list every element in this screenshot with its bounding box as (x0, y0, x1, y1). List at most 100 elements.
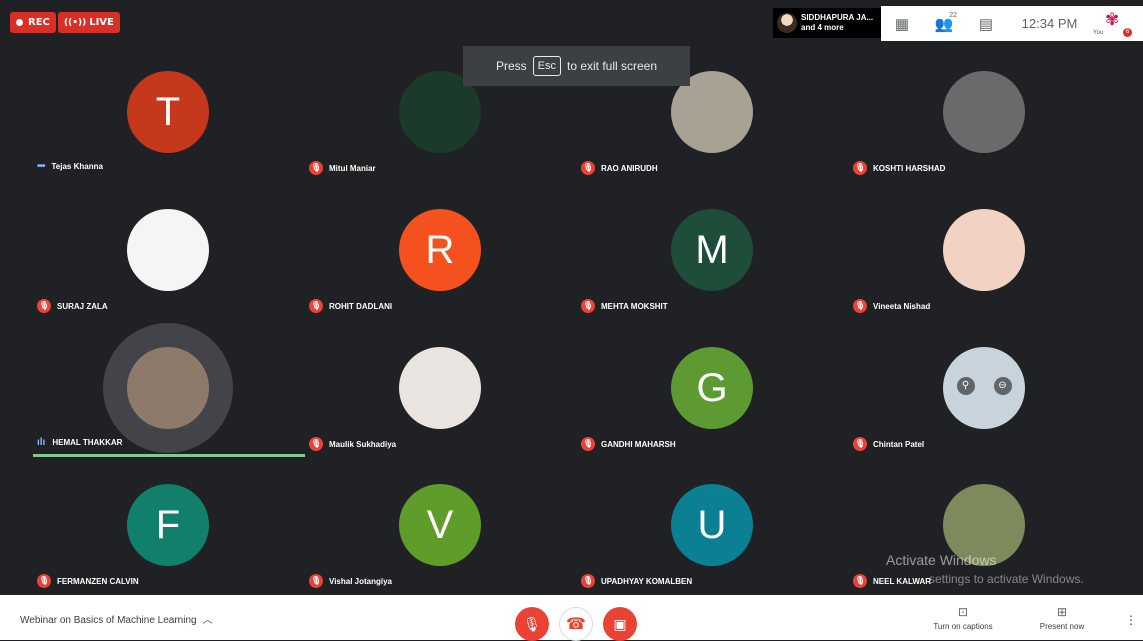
participant-tile[interactable]: M 🎙 MEHTA MOKSHIT (577, 182, 849, 319)
mic-off-icon: 🎙 (853, 437, 867, 451)
activate-windows-watermark: Activate Windows (886, 552, 997, 568)
chevron-up-icon: ︿ (202, 615, 213, 626)
participant-avatar: T (127, 71, 209, 153)
live-broadcast-icon: ((•)) (64, 17, 87, 28)
participant-avatar: U (671, 484, 753, 566)
audio-level-icon: ılı (37, 437, 46, 448)
mic-off-icon: 🎙 (581, 574, 595, 588)
toast-prefix: Press (495, 59, 527, 73)
mic-off-icon: 🎙 (37, 574, 51, 588)
leave-call-button[interactable]: ☎ (559, 607, 593, 641)
participant-tile[interactable]: ⚲ ⊖ 🎙 Chintan Patel (849, 320, 1121, 457)
participant-avatar (943, 209, 1025, 291)
top-bar: REC ((•)) LIVE SIDDHAPURA JA... and 4 mor… (0, 0, 1143, 44)
phone-hangup-icon: ☎ (566, 616, 586, 633)
participant-tile[interactable]: R 🎙 ROHIT DADLANI (305, 182, 577, 319)
mic-off-icon: 🎙 (523, 615, 541, 632)
activate-windows-subtext: settings to activate Windows. (929, 572, 1084, 586)
tile-hover-controls: ⚲ ⊖ (947, 377, 1021, 399)
participant-name: KOSHTI HARSHAD (873, 163, 946, 173)
record-dot-icon (16, 19, 23, 26)
mic-off-icon: 🎙 (581, 437, 595, 451)
participant-avatar: G (671, 347, 753, 429)
mic-off-icon: 🎙 (309, 574, 323, 588)
remove-icon[interactable]: ⊖ (993, 377, 1012, 395)
participant-tile[interactable]: 🎙 Maulik Sukhadiya (305, 320, 577, 457)
present-button[interactable]: ⊞ Present now (1036, 605, 1088, 631)
participant-name: ROHIT DADLANI (329, 301, 393, 311)
participant-avatar (127, 209, 209, 291)
participant-tile[interactable]: U 🎙 UPADHYAY KOMALBEN (577, 457, 849, 594)
meeting-title: Webinar on Basics of Machine Learning (20, 615, 197, 626)
present-label: Present now (1039, 622, 1085, 631)
meeting-details[interactable]: Webinar on Basics of Machine Learning ︿ (20, 611, 213, 626)
mic-off-icon: 🎙 (853, 161, 867, 175)
mic-off-icon: 🎙 (309, 161, 323, 175)
participant-name: RAO ANIRUDH (601, 163, 658, 173)
chat-icon[interactable]: ▤ (965, 15, 1007, 33)
participant-tile[interactable]: 🎙 KOSHTI HARSHAD (849, 44, 1121, 181)
live-label: LIVE (89, 17, 114, 28)
participant-name: Tejas Khanna (51, 162, 103, 171)
mic-off-icon: 🎙 (581, 161, 595, 175)
more-options-icon[interactable]: ⋮ (1125, 613, 1137, 627)
pin-icon[interactable]: ⚲ (956, 377, 975, 395)
participant-name: GANDHI MAHARSH (601, 439, 676, 449)
toolbar: ▦ 👥 22 ▤ 12:34 PM ✾ You 6 (881, 6, 1143, 41)
participant-name: NEEL KALWAR (873, 576, 932, 586)
mic-off-icon: 🎙 (37, 299, 51, 313)
participant-name: UPADHYAY KOMALBEN (601, 576, 693, 586)
mic-off-icon: 🎙 (853, 299, 867, 313)
notification-badge: 6 (1123, 28, 1132, 37)
participants-count: 22 (949, 11, 957, 19)
mic-off-icon: 🎙 (309, 299, 323, 313)
participant-avatar: M (671, 209, 753, 291)
participant-tile[interactable]: F 🎙 FERMANZEN CALVIN (33, 457, 305, 594)
captions-label: Turn on captions (933, 622, 993, 631)
self-avatar[interactable]: ✾ You 6 (1092, 6, 1132, 41)
mic-off-icon: 🎙 (309, 437, 323, 451)
presenter-avatar (777, 13, 797, 33)
participant-name-row: ••• Tejas Khanna (37, 161, 103, 172)
participant-name: Vineeta Nishad (873, 301, 931, 311)
clock: 12:34 PM (1021, 16, 1078, 31)
recording-label: REC (28, 17, 50, 28)
camera-toggle-button[interactable]: ▣ (603, 607, 637, 641)
participant-tile[interactable]: T ••• Tejas Khanna (33, 44, 305, 181)
captions-icon: ⊡ (957, 605, 969, 619)
self-label: You (1093, 30, 1104, 36)
participant-name: HEMAL THAKKAR (52, 438, 123, 447)
participant-avatar (399, 347, 481, 429)
participant-tile[interactable]: G 🎙 GANDHI MAHARSH (577, 320, 849, 457)
layout-grid-icon[interactable]: ▦ (881, 15, 923, 33)
participant-avatar: F (127, 484, 209, 566)
participant-name: SURAJ ZALA (57, 301, 108, 311)
esc-key: Esc (532, 56, 561, 76)
participant-name: Mitul Maniar (329, 163, 376, 173)
camera-off-icon: ▣ (613, 615, 627, 632)
presenter-indicator[interactable]: SIDDHAPURA JA... and 4 more (773, 8, 881, 38)
bottom-bar: Webinar on Basics of Machine Learning ︿ 🎙… (0, 595, 1143, 641)
participant-name: FERMANZEN CALVIN (57, 576, 139, 586)
participant-avatar: V (399, 484, 481, 566)
participant-tile[interactable]: V 🎙 Vishal Jotangiya (305, 457, 577, 594)
participants-icon[interactable]: 👥 22 (923, 11, 965, 33)
captions-button[interactable]: ⊡ Turn on captions (929, 605, 997, 631)
participant-avatar: R (399, 209, 481, 291)
mic-off-icon: 🎙 (853, 574, 867, 588)
fullscreen-toast: Press Esc to exit full screen (463, 46, 690, 86)
mic-toggle-button[interactable]: 🎙 (515, 607, 549, 641)
more-dots-icon: ••• (37, 161, 45, 172)
participant-name: Maulik Sukhadiya (329, 439, 397, 449)
participant-avatar (943, 71, 1025, 153)
present-screen-icon: ⊞ (1056, 605, 1068, 619)
participant-tile-speaking[interactable]: ılı HEMAL THAKKAR (33, 320, 305, 457)
presenter-more: and 4 more (801, 23, 844, 32)
participant-tile[interactable]: 🎙 SURAJ ZALA (33, 182, 305, 319)
presenter-name: SIDDHAPURA JA... (801, 13, 874, 22)
participant-name: Vishal Jotangiya (329, 576, 392, 586)
flower-avatar-icon: ✾ (1105, 10, 1120, 29)
participant-name: MEHTA MOKSHIT (601, 301, 668, 311)
participant-tile[interactable]: 🎙 Vineeta Nishad (849, 182, 1121, 319)
mic-off-icon: 🎙 (581, 299, 595, 313)
